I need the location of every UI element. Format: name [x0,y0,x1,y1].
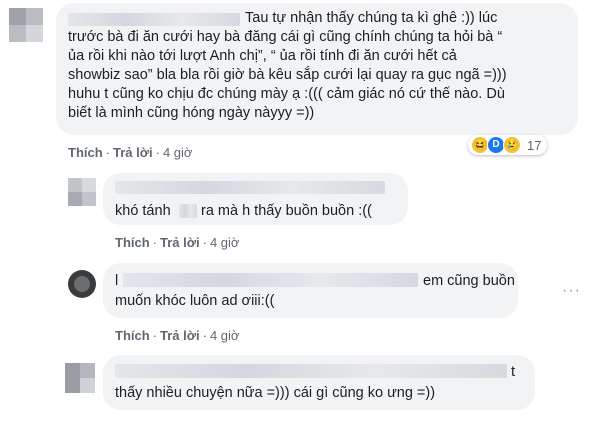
like-link[interactable]: Thích [115,235,150,250]
comment-text: muốn khóc luôn ad ơiii:(( [115,293,275,309]
comment-bubble: t thấy nhiều chuyện nữa =))) cái gì cũng… [103,355,535,410]
commenter-avatar[interactable] [68,270,96,298]
reply-link[interactable]: Trả lời [160,328,200,343]
separator: · [202,328,207,343]
reply-link[interactable]: Trả lời [160,235,200,250]
comment-text: thấy nhiều chuyện nữa =))) cái gì cũng k… [115,385,436,401]
comment-text: showbiz sao” bla bla rồi giờ bà kêu sắp … [68,67,507,83]
like-link[interactable]: Thích [115,328,150,343]
like-link[interactable]: Thích [68,145,103,160]
reaction-count: 17 [527,137,542,153]
separator: · [105,145,111,160]
redacted-name [115,181,385,194]
separator: · [155,145,160,160]
sad-reaction-icon: 😢 [503,136,521,154]
separator: · [202,235,207,250]
comment-text: ra mà h thấy buồn buồn :(( [201,203,372,219]
separator: · [152,235,158,250]
timestamp[interactable]: 4 giờ [210,328,240,343]
comment-text: ủa rồi khi nào tới lượt Anh chị”, “ ủa r… [68,48,457,64]
comment-text: trước bà đi ăn cưới hay bà đăng cái gì c… [68,29,503,45]
comment-text: huhu t cũng ko chịu đc chúng mày ạ :((( … [68,86,505,102]
redacted-name [123,273,418,287]
timestamp[interactable]: 4 giờ [210,235,240,250]
comment-bubble: Tau tự nhận thấy chúng ta kì ghê :)) lúc… [56,3,578,135]
comment-bubble: khó tánh ra mà h thấy buồn buồn :(( [103,173,408,225]
comment-text: biết là mình cũng hóng ngày nàyyy =)) [68,105,315,121]
commenter-avatar[interactable] [68,178,96,206]
comment-text: em cũng buồn [423,273,515,289]
comment-bubble: l em cũng buồn muốn khóc luôn ad ơiii:(( [103,263,518,318]
commenter-avatar[interactable] [9,8,43,42]
comment-text: t [511,364,516,380]
comment-actions: Thích · Trả lời · 4 giờ [115,235,239,250]
comment-text: l [115,273,119,289]
timestamp[interactable]: 4 giờ [163,145,193,160]
comment-actions: Thích · Trả lời · 4 giờ [115,328,239,343]
redacted-name [115,364,507,378]
commenter-avatar[interactable] [65,363,95,393]
separator: · [152,328,158,343]
comment-text: khó tánh [115,203,171,219]
redacted-name [68,13,240,26]
comment-actions: Thích · Trả lời · 4 giờ [68,145,192,160]
redacted-word [179,204,197,218]
more-options-icon[interactable]: ··· [562,282,581,300]
reply-link[interactable]: Trả lời [113,145,153,160]
reaction-summary[interactable]: 😆 D 😢 17 [468,135,548,155]
comment-text: Tau tự nhận thấy chúng ta kì ghê :)) lúc [245,10,498,26]
